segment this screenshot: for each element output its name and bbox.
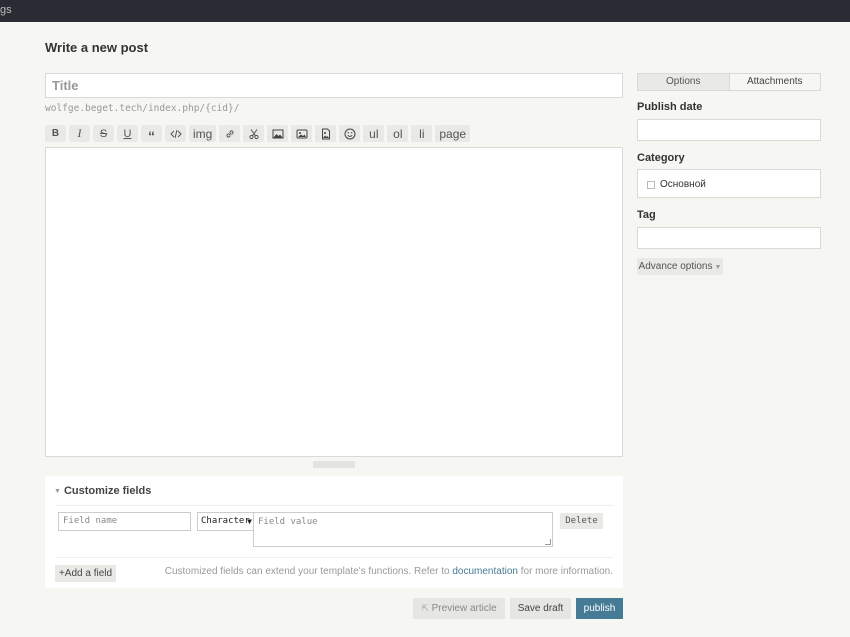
save-draft-button[interactable]: Save draft	[510, 598, 571, 619]
cut-button[interactable]	[243, 125, 265, 142]
custom-fields-heading: Customize fields	[63, 485, 152, 497]
attachment-button[interactable]	[315, 125, 337, 142]
caret-down-icon: ▼	[714, 264, 722, 271]
note-text-before: Customized fields can extend your templa…	[164, 566, 453, 577]
smiley-icon	[344, 128, 356, 140]
file-image-icon	[320, 128, 332, 140]
italic-label: I	[77, 126, 82, 140]
field-value-textarea[interactable]: Field value	[253, 512, 553, 547]
custom-fields-note: Customized fields can extend your templa…	[165, 566, 613, 577]
url-hint: wolfge.beget.tech/index.php/{cid}/	[45, 103, 240, 114]
tag-input[interactable]	[637, 227, 821, 249]
divider	[55, 557, 613, 558]
insert-image-button[interactable]: img	[189, 125, 217, 142]
tab-options[interactable]: Options	[638, 74, 730, 90]
category-list: Основной	[637, 169, 821, 198]
italic-button[interactable]: I	[69, 125, 90, 142]
page-break-button[interactable]: page	[435, 125, 471, 142]
top-bar: gs	[0, 0, 850, 22]
publish-button[interactable]: publish	[576, 598, 623, 619]
category-label: Category	[637, 152, 685, 164]
code-button[interactable]	[165, 125, 186, 142]
advance-options-label: Advance options	[638, 261, 713, 272]
underline-label: U	[123, 127, 132, 140]
image-button[interactable]	[267, 125, 289, 142]
insert-image-label: img	[193, 126, 213, 141]
tab-attachments[interactable]: Attachments	[730, 74, 821, 90]
title-input[interactable]: Title	[45, 73, 623, 98]
preview-article-button[interactable]: ⇱ Preview article	[413, 598, 505, 619]
documentation-link[interactable]: documentation	[452, 566, 518, 577]
ordered-list-label: ol	[393, 126, 403, 141]
strikethrough-label: S	[99, 127, 108, 140]
preview-article-label: Preview article	[431, 603, 497, 614]
gallery-button[interactable]	[291, 125, 313, 142]
editor-toolbar: B I S U “ img ul ol li page	[45, 125, 471, 144]
add-field-button[interactable]: +Add a field	[55, 565, 116, 582]
bold-label: B	[51, 128, 60, 139]
content-editor[interactable]	[45, 147, 623, 457]
page-break-label: page	[439, 126, 467, 141]
custom-fields-panel: ▼ Customize fields Field name Character ▼ …	[45, 476, 623, 588]
image-icon	[272, 128, 284, 140]
unordered-list-label: ul	[369, 126, 379, 141]
chevron-down-icon: ▼	[247, 517, 252, 526]
sidebar-tabs: Options Attachments	[637, 73, 821, 91]
publish-date-input[interactable]	[637, 119, 821, 141]
scissors-icon	[248, 128, 260, 140]
field-type-select[interactable]: Character ▼	[197, 512, 255, 531]
external-link-icon: ⇱	[421, 603, 429, 613]
resize-grip-icon[interactable]	[545, 539, 551, 545]
unordered-list-button[interactable]: ul	[363, 125, 385, 142]
delete-field-button[interactable]: Delete	[560, 513, 603, 529]
divider	[55, 505, 613, 506]
link-button[interactable]	[219, 125, 241, 142]
strikethrough-button[interactable]: S	[93, 125, 114, 142]
ordered-list-button[interactable]: ol	[387, 125, 409, 142]
topbar-label[interactable]: gs	[0, 4, 12, 16]
publish-date-label: Publish date	[637, 101, 703, 113]
bold-button[interactable]: B	[45, 125, 66, 142]
blockquote-label: “	[148, 127, 155, 144]
code-icon	[169, 128, 182, 140]
list-item-button[interactable]: li	[411, 125, 433, 142]
editor-resize-handle[interactable]	[313, 461, 355, 468]
field-name-input[interactable]: Field name	[58, 512, 191, 531]
category-checkbox[interactable]	[647, 181, 655, 189]
gallery-icon	[296, 128, 308, 140]
caret-down-icon: ▼	[54, 488, 61, 495]
emoji-button[interactable]	[339, 125, 361, 142]
custom-fields-toggle[interactable]: ▼ Customize fields	[54, 485, 151, 497]
underline-button[interactable]: U	[117, 125, 138, 142]
category-option-label[interactable]: Основной	[660, 179, 706, 190]
tag-label: Tag	[637, 209, 656, 221]
blockquote-button[interactable]: “	[141, 125, 162, 144]
link-icon	[224, 128, 236, 140]
list-item-label: li	[419, 126, 425, 141]
note-text-after: for more information.	[517, 566, 613, 577]
field-value-placeholder: Field value	[258, 517, 318, 527]
page-title: Write a new post	[45, 40, 149, 55]
advance-options-button[interactable]: Advance options ▼	[637, 258, 723, 275]
field-type-value: Character	[201, 516, 250, 526]
